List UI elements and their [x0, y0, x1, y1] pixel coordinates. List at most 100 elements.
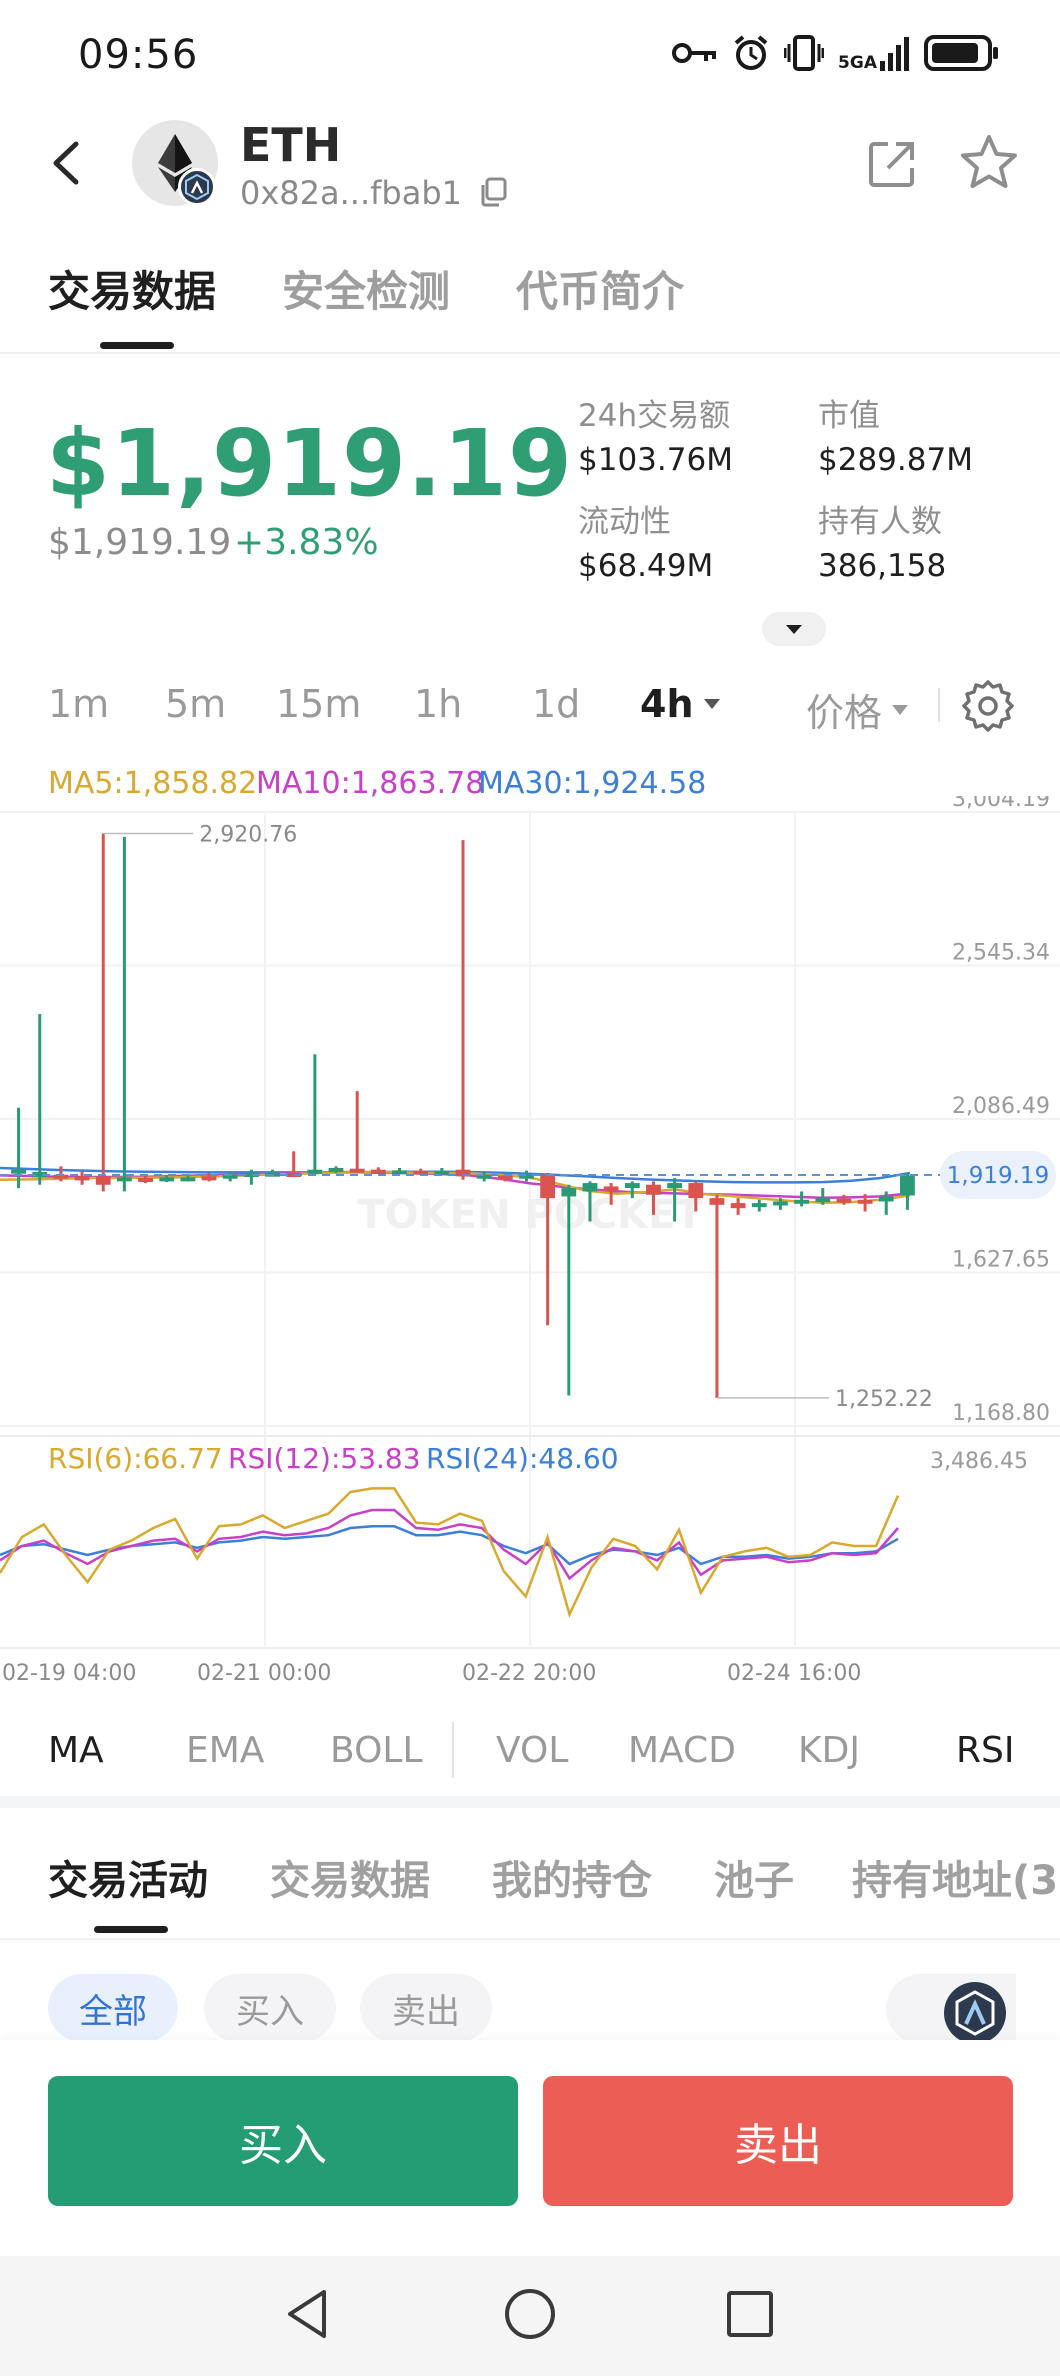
nav-back-icon[interactable] — [278, 2284, 338, 2344]
indicator-ema[interactable]: EMA — [186, 1730, 264, 1771]
stat-value-holders: 386,158 — [818, 548, 947, 584]
tab-trade-data[interactable]: 交易数据 — [270, 1848, 430, 1906]
y-tick-label: 2,545.34 — [952, 941, 1050, 966]
share-icon[interactable] — [866, 138, 918, 190]
tab-trading-data[interactable]: 交易数据 — [48, 258, 216, 319]
candle-body — [11, 1169, 26, 1174]
timeframe-1h[interactable]: 1h — [414, 682, 462, 726]
candle-body — [74, 1176, 90, 1181]
expand-stats-button[interactable] — [762, 612, 826, 646]
candle-body — [370, 1169, 386, 1174]
signal-icon — [880, 37, 909, 71]
back-button[interactable] — [44, 138, 88, 188]
settings-gear-icon[interactable] — [960, 678, 1016, 734]
stat-value-volume: $103.76M — [578, 442, 733, 478]
filter-sell[interactable]: 卖出 — [360, 1974, 492, 2042]
nav-home-icon[interactable] — [500, 2284, 560, 2344]
rsi-top-label: 3,486.45 — [930, 1449, 1028, 1474]
candle-body — [751, 1203, 767, 1208]
price-chart[interactable]: TOKEN POCKET 3,004.19 2,545.34 2,086.49 1,6… — [0, 796, 1060, 1696]
stat-label-market-cap: 市值 — [818, 398, 880, 434]
token-name: ETH — [240, 118, 342, 172]
indicator-boll[interactable]: BOLL — [330, 1730, 423, 1771]
price-mode-label: 价格 — [806, 691, 883, 735]
candle-body — [307, 1169, 323, 1174]
usd-price: $1,919.19 — [48, 522, 232, 563]
timeframe-5m[interactable]: 5m — [165, 682, 226, 726]
indicator-rsi[interactable]: RSI — [956, 1730, 1014, 1771]
candle-body — [603, 1186, 619, 1191]
caret-down-icon — [786, 625, 802, 634]
tab-underline — [100, 342, 174, 349]
tab-token-intro[interactable]: 代币简介 — [516, 258, 684, 319]
timeframe-4h[interactable]: 4h — [640, 682, 720, 726]
candle-body — [328, 1168, 344, 1173]
status-icons: 5GA — [672, 34, 1000, 72]
tab-my-holdings[interactable]: 我的持仓 — [492, 1848, 652, 1906]
indicator-ma[interactable]: MA — [48, 1730, 104, 1771]
filter-all[interactable]: 全部 — [48, 1974, 178, 2042]
section-divider — [0, 1796, 1060, 1808]
candle-body — [180, 1177, 196, 1182]
rsi24-legend: RSI(24):48.60 — [426, 1442, 619, 1475]
price-change: +3.83% — [234, 522, 379, 563]
stat-value-liquidity: $68.49M — [578, 548, 714, 584]
candle-body — [138, 1178, 153, 1183]
star-icon[interactable] — [958, 132, 1020, 194]
candle-body — [582, 1183, 598, 1192]
timeframe-4h-label: 4h — [640, 682, 694, 726]
candle-body — [95, 1176, 111, 1185]
nav-recents-icon[interactable] — [720, 2284, 780, 2344]
rsi6-line — [0, 1487, 900, 1618]
activity-tab-underline — [94, 1926, 168, 1933]
caret-down-icon — [892, 704, 909, 715]
candle-body — [624, 1183, 640, 1189]
caret-down-icon — [703, 699, 720, 709]
network-label: 5GA — [838, 53, 877, 73]
tab-holder-addresses[interactable]: 持有地址(3 — [852, 1848, 1058, 1906]
candle-body — [794, 1199, 810, 1204]
candle-body — [709, 1198, 725, 1205]
low-price-label: 1,252.22 — [835, 1387, 933, 1412]
y-tick-label: 3,004.19 — [952, 796, 1050, 812]
key-icon — [672, 43, 717, 63]
x-axis-label: 02-19 04:00 — [2, 1661, 136, 1686]
current-price: $1,919.19 — [46, 410, 573, 517]
candle-body — [815, 1198, 831, 1203]
timeframe-1d[interactable]: 1d — [532, 682, 580, 726]
candle-body — [688, 1183, 704, 1199]
timeframe-15m[interactable]: 15m — [276, 682, 361, 726]
separator — [452, 1722, 454, 1778]
y-tick-label: 1,168.80 — [952, 1401, 1050, 1426]
indicator-kdj[interactable]: KDJ — [798, 1730, 860, 1771]
alarm-icon — [734, 35, 768, 70]
tab-pools[interactable]: 池子 — [714, 1848, 794, 1906]
buy-button[interactable]: 买入 — [48, 2076, 518, 2206]
stat-label-holders: 持有人数 — [818, 504, 942, 540]
stat-label-liquidity: 流动性 — [578, 504, 671, 540]
candle-body — [201, 1176, 217, 1181]
stat-value-market-cap: $289.87M — [818, 442, 973, 478]
y-tick-label: 2,086.49 — [952, 1094, 1050, 1119]
candle-body — [116, 1177, 132, 1182]
candle-body — [773, 1201, 788, 1206]
battery-icon — [924, 35, 998, 71]
indicator-vol[interactable]: VOL — [496, 1730, 568, 1771]
x-axis-label: 02-22 20:00 — [462, 1661, 596, 1686]
candle-body — [540, 1174, 556, 1199]
indicator-macd[interactable]: MACD — [628, 1730, 736, 1771]
price-mode-select[interactable]: 价格 — [806, 682, 909, 737]
tab-trade-activity[interactable]: 交易活动 — [48, 1848, 208, 1906]
vibrate-icon — [784, 35, 825, 71]
copy-icon[interactable] — [478, 176, 508, 208]
current-price-label: 1,919.19 — [947, 1163, 1049, 1189]
rsi6-legend: RSI(6):66.77 — [48, 1442, 223, 1475]
candle-body — [561, 1188, 577, 1197]
candle-body — [646, 1184, 661, 1195]
arbitrum-chain-icon[interactable] — [944, 1982, 1006, 2044]
chart-watermark: TOKEN POCKET — [357, 1192, 703, 1238]
filter-buy[interactable]: 买入 — [204, 1974, 336, 2042]
timeframe-1m[interactable]: 1m — [48, 682, 109, 726]
sell-button[interactable]: 卖出 — [543, 2076, 1013, 2206]
tab-security-check[interactable]: 安全检测 — [282, 258, 450, 319]
